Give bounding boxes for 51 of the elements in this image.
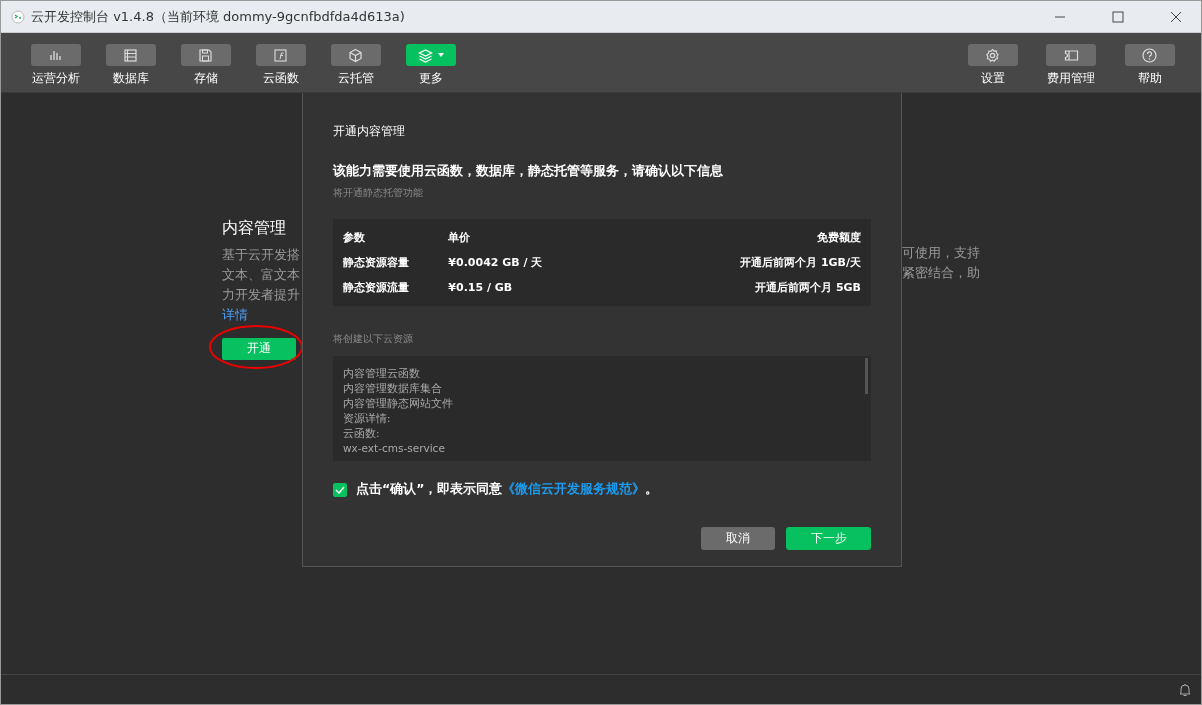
toolbar-item[interactable]: 数据库 [93, 33, 168, 92]
resource-item: 内容管理云函数 [343, 366, 421, 381]
window-title: 云开发控制台 v1.4.8（当前环境 dommy-9gcnfbdfda4d613a) [31, 7, 406, 26]
resource-item: 内容管理静态网站文件 [343, 396, 454, 411]
agreement-text: 点击“确认”，即表示同意《微信云开发服务规范》。 [356, 481, 659, 498]
close-icon[interactable] [1169, 9, 1183, 24]
details-link[interactable]: 详情 [222, 305, 300, 325]
table-cell: 静态资源容量 [333, 250, 439, 275]
resources-label: 将创建以下云资源 [333, 332, 414, 346]
toolbar-item[interactable]: 设置 [953, 33, 1032, 92]
list-icon [122, 46, 139, 64]
caret-icon [438, 53, 444, 57]
help-icon [1141, 46, 1159, 64]
terms-link[interactable]: 《微信云开发服务规范》 [502, 481, 646, 496]
toolbar-item[interactable]: 运营分析 [18, 33, 93, 92]
app-logo-icon [11, 9, 25, 24]
toolbar-item[interactable]: 云函数 [243, 33, 318, 92]
resource-item: 内容管理数据库集合 [343, 381, 443, 396]
toolbar-item[interactable]: 云托管 [318, 33, 393, 92]
table-cell: 静态资源流量 [333, 275, 439, 306]
gear-icon [984, 46, 1002, 64]
description-text: 文本、富文本 [222, 266, 300, 284]
column-header: 参数 [333, 219, 439, 250]
resource-item: wx-ext-cms-service [343, 441, 446, 456]
resource-item: 云函数: [343, 426, 381, 441]
fx-icon [272, 46, 289, 64]
column-header: 免费额度 [698, 219, 871, 250]
column-header: 单价 [438, 219, 699, 250]
description-text: 基于云开发搭 [222, 246, 300, 264]
toolbar-item[interactable]: 帮助 [1110, 33, 1189, 92]
description-text: 力开发者提升 [222, 286, 300, 304]
dialog-headline: 该能力需要使用云函数，数据库，静态托管等服务，请确认以下信息 [333, 162, 724, 180]
dialog-title: 开通内容管理 [333, 123, 406, 140]
scrollbar[interactable] [865, 358, 868, 394]
description-text: 可使用，支持 [902, 244, 980, 262]
description-text: 紧密结合，助 [902, 264, 980, 282]
cancel-button[interactable]: 取消 [701, 527, 775, 550]
bell-icon[interactable] [1179, 683, 1191, 697]
resource-item: 资源详情: [343, 411, 392, 426]
agreement-checkbox[interactable] [333, 482, 347, 497]
dialog-subtitle: 将开通静态托管功能 [333, 186, 424, 200]
layers-icon [417, 46, 434, 64]
toolbar-item[interactable]: 费用管理 [1032, 33, 1111, 92]
feature-title: 内容管理 [222, 218, 287, 239]
toolbar-item[interactable]: 存储 [168, 33, 243, 92]
cube-icon [347, 46, 364, 64]
table-cell: 开通后前两个月 5GB [698, 275, 871, 306]
table-cell: ¥0.15 / GB [438, 275, 699, 306]
table-cell: 开通后前两个月 1GB/天 [698, 250, 871, 275]
table-cell: ¥0.0042 GB / 天 [438, 250, 699, 275]
toolbar-item[interactable]: 更多 [393, 33, 468, 92]
